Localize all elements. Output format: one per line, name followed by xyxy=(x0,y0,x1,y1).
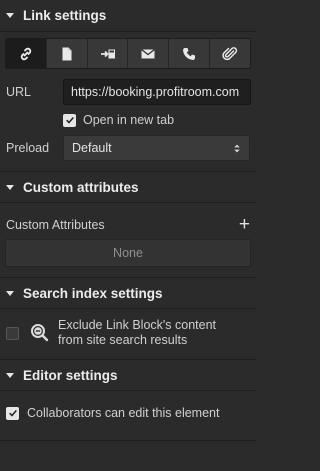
new-tab-row: Open in new tab xyxy=(0,111,256,129)
tab-section[interactable] xyxy=(88,39,129,68)
section-title: Search index settings xyxy=(23,285,163,301)
page-icon xyxy=(62,47,72,60)
url-input[interactable]: https://booking.profitroom.com xyxy=(63,79,251,105)
preload-label: Preload xyxy=(6,141,50,155)
tab-attachment[interactable] xyxy=(210,39,250,68)
checkmark-icon xyxy=(8,410,17,417)
email-icon xyxy=(141,48,156,58)
checkmark-icon xyxy=(65,117,74,124)
custom-attributes-label: Custom Attributes xyxy=(6,218,105,232)
exclude-search-text: Exclude Link Block's content from site s… xyxy=(58,318,216,348)
collapse-triangle-icon[interactable] xyxy=(6,290,14,296)
collaborators-row: Collaborators can edit this element xyxy=(0,403,256,423)
collaborators-label: Collaborators can edit this element xyxy=(27,406,220,420)
collaborators-checkbox[interactable] xyxy=(6,406,19,420)
search-index-header[interactable]: Search index settings xyxy=(0,277,256,309)
tab-phone[interactable] xyxy=(169,39,211,68)
url-value: https://booking.profitroom.com xyxy=(71,85,240,99)
section-link-icon xyxy=(100,49,115,58)
exclude-search-checkbox[interactable] xyxy=(6,326,19,340)
tab-email[interactable] xyxy=(128,39,170,68)
collapse-triangle-icon[interactable] xyxy=(6,184,14,190)
section-title: Link settings xyxy=(23,8,107,23)
tab-url[interactable] xyxy=(6,39,47,68)
link-type-tabs xyxy=(5,38,251,69)
section-title: Editor settings xyxy=(23,367,118,383)
link-icon xyxy=(20,47,32,60)
exclude-search-row: Exclude Link Block's content from site s… xyxy=(0,313,256,353)
url-row: URL https://booking.profitroom.com xyxy=(0,79,256,105)
empty-text: None xyxy=(113,246,143,260)
editor-settings-header[interactable]: Editor settings xyxy=(0,359,256,391)
custom-attributes-header[interactable]: Custom attributes xyxy=(0,171,256,203)
preload-select[interactable]: Default xyxy=(63,135,250,161)
phone-icon xyxy=(183,47,196,60)
settings-panel: Link settings URL https://booking.profit… xyxy=(0,0,256,471)
search-exclude-icon xyxy=(31,324,49,342)
attributes-empty-box: None xyxy=(5,239,251,267)
section-title: Custom attributes xyxy=(23,179,139,195)
custom-attributes-row: Custom Attributes + xyxy=(0,215,256,235)
select-arrows-icon xyxy=(234,144,240,152)
link-settings-header[interactable]: Link settings xyxy=(0,0,256,32)
collapse-triangle-icon[interactable] xyxy=(6,13,14,18)
new-tab-label: Open in new tab xyxy=(83,113,175,127)
preload-value: Default xyxy=(72,141,112,155)
paperclip-icon xyxy=(222,46,238,60)
tab-page[interactable] xyxy=(47,39,88,68)
bottom-divider xyxy=(0,440,256,441)
preload-row: Preload Default xyxy=(0,135,256,161)
url-label: URL xyxy=(6,85,32,99)
collapse-triangle-icon[interactable] xyxy=(6,372,14,378)
exclude-line-1: Exclude Link Block's content xyxy=(58,318,217,332)
exclude-line-2: from site search results xyxy=(58,333,188,347)
new-tab-checkbox[interactable] xyxy=(63,113,76,127)
add-attribute-button[interactable]: + xyxy=(239,215,250,234)
